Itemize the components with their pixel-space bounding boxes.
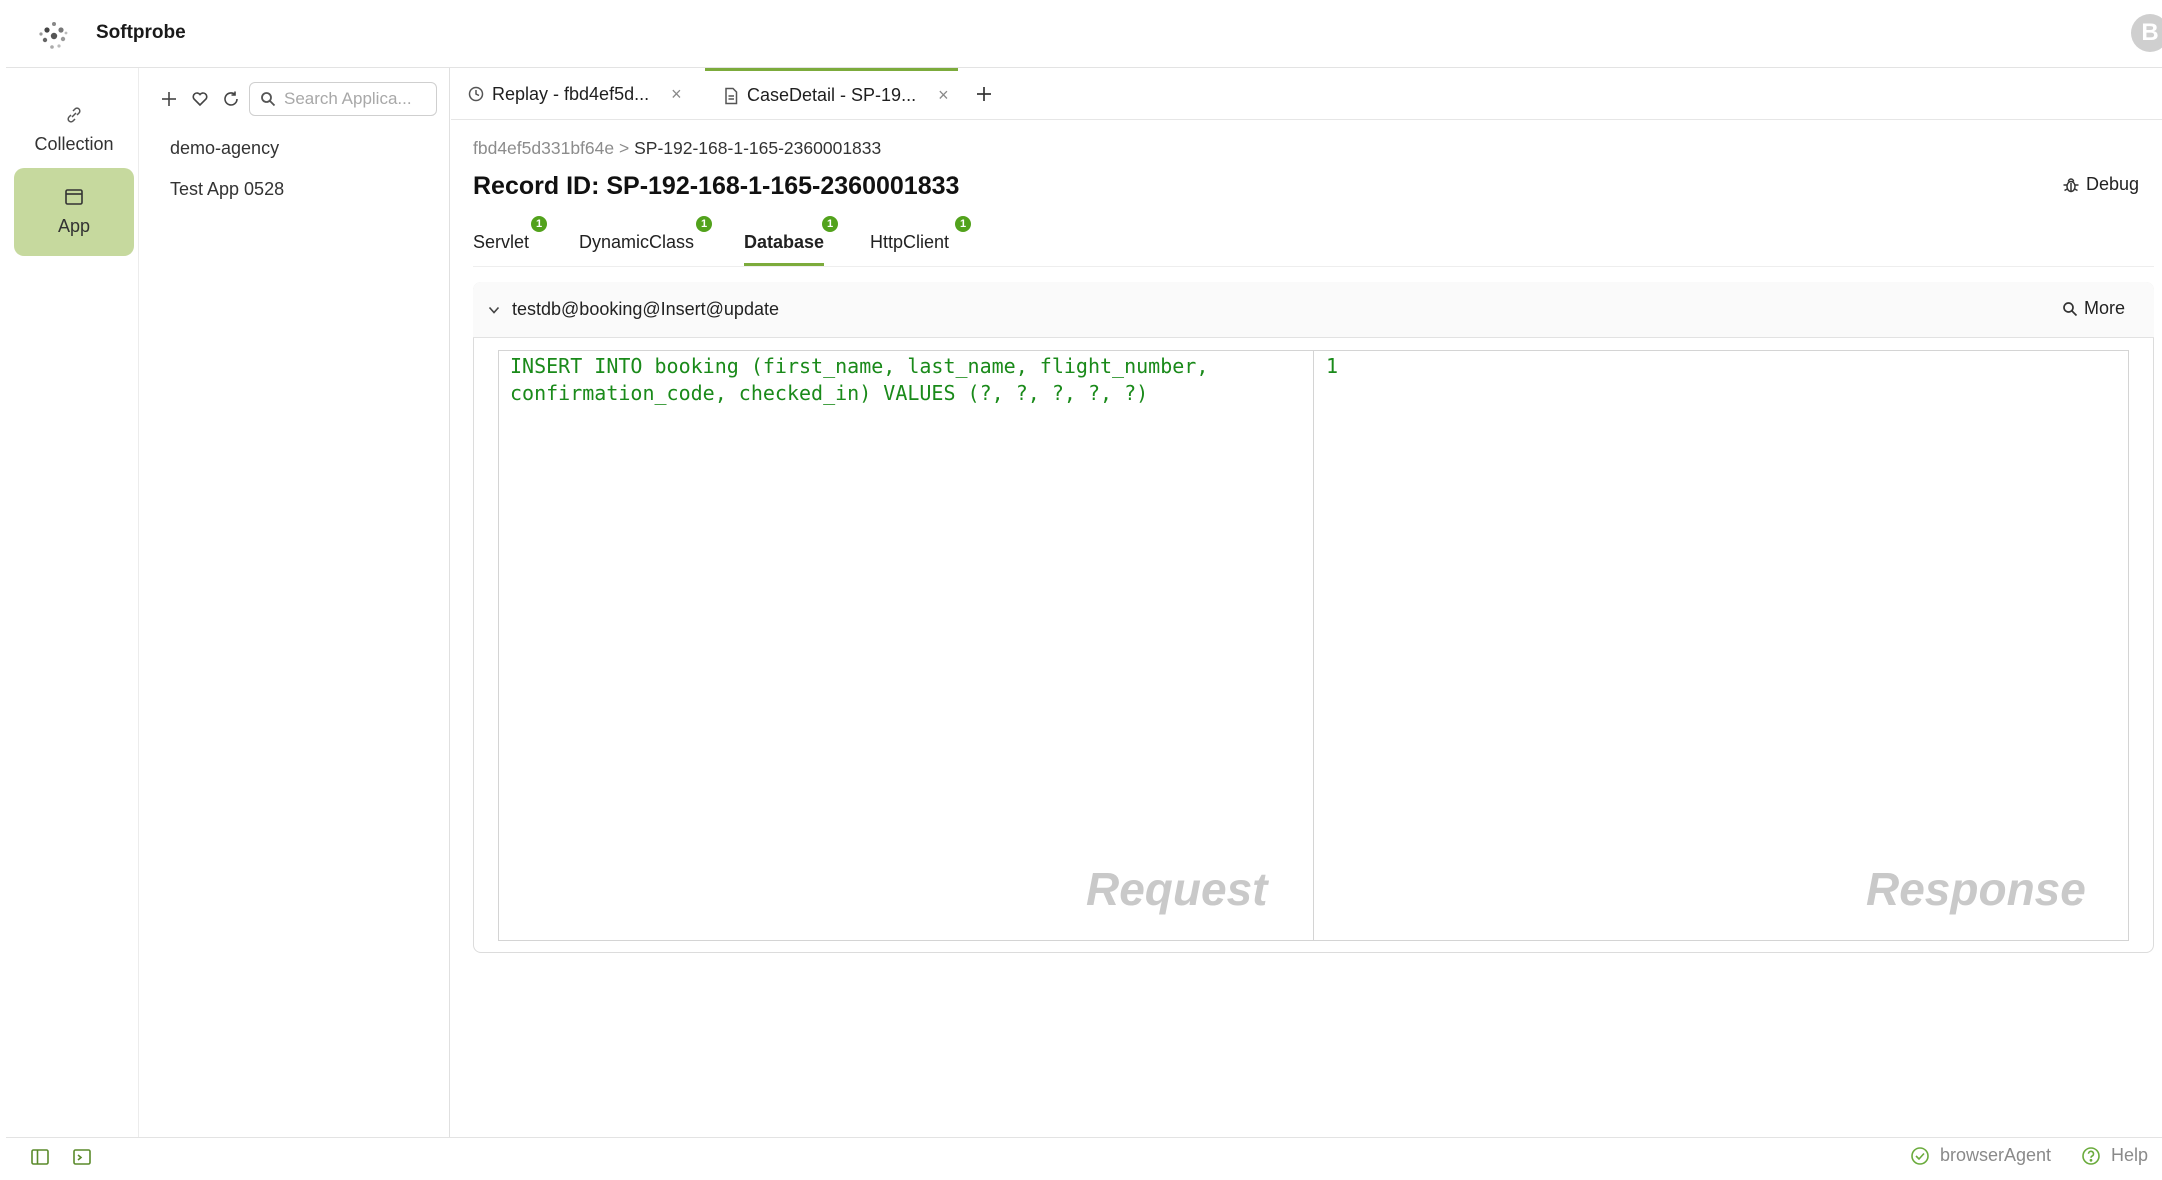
search-input[interactable]	[282, 88, 426, 110]
sidebar-toggle-icon[interactable]	[30, 1147, 50, 1167]
count-badge: 1	[696, 216, 712, 232]
browser-agent-label: browserAgent	[1940, 1145, 2052, 1165]
page-title: Record ID: SP-192-168-1-165-2360001833	[473, 172, 960, 200]
search-icon	[260, 91, 276, 107]
request-editor[interactable]	[498, 350, 1314, 941]
app-list-item[interactable]: Test App 0528	[170, 179, 284, 200]
clock-icon	[468, 86, 484, 102]
debug-button[interactable]: Debug	[2062, 174, 2139, 195]
apps-panel	[139, 68, 450, 1137]
rail-item-collection[interactable]: Collection	[14, 86, 134, 174]
subtab-servlet[interactable]: Servlet	[473, 232, 529, 266]
document-icon	[723, 87, 739, 105]
count-badge: 1	[822, 216, 838, 232]
refresh-icon[interactable]	[218, 86, 244, 112]
new-tab-icon[interactable]	[971, 81, 997, 107]
tab-label: CaseDetail - SP-19...	[747, 85, 917, 105]
subtab-httpclient[interactable]: HttpClient	[870, 232, 949, 266]
browser-agent-status[interactable]: browserAgent	[1910, 1145, 2051, 1166]
rail-item-app[interactable]: App	[14, 168, 134, 256]
search-icon	[2062, 301, 2078, 317]
breadcrumb-parent[interactable]: fbd4ef5d331bf64e	[473, 138, 614, 158]
count-badge: 1	[531, 216, 547, 232]
rail-item-label: App	[57, 215, 91, 236]
tab-case-detail[interactable]: CaseDetail - SP-19... ×	[705, 68, 958, 120]
subtab-dynamicclass[interactable]: DynamicClass	[579, 232, 694, 266]
debug-label: Debug	[2086, 174, 2140, 194]
response-watermark: Response	[1866, 863, 2086, 915]
operation-title: testdb@booking@Insert@update	[512, 299, 779, 319]
count-badge: 1	[955, 216, 971, 232]
subtab-database[interactable]: Database	[744, 232, 825, 266]
request-code: INSERT INTO booking (first_name, last_na…	[510, 354, 1209, 405]
more-label: More	[2084, 298, 2126, 318]
response-editor[interactable]	[1313, 350, 2129, 941]
help-icon	[2081, 1146, 2101, 1166]
close-icon[interactable]: ×	[938, 85, 949, 106]
rail-item-label: Collection	[34, 133, 114, 154]
request-watermark: Request	[1086, 863, 1268, 915]
check-circle-icon	[1910, 1146, 1930, 1166]
chevron-down-icon[interactable]	[487, 303, 501, 317]
tab-label: Replay - fbd4ef5d...	[492, 83, 650, 104]
tab-replay[interactable]: Replay - fbd4ef5d... ×	[468, 68, 682, 120]
close-icon[interactable]: ×	[671, 84, 682, 105]
avatar[interactable]: B	[2131, 14, 2162, 52]
help-link[interactable]: Help	[2081, 1145, 2148, 1166]
app-list-item[interactable]: demo-agency	[170, 138, 279, 159]
search-box[interactable]	[249, 82, 437, 116]
response-code: 1	[1326, 354, 1339, 378]
breadcrumb-current: SP-192-168-1-165-2360001833	[634, 138, 882, 158]
status-bar	[6, 1137, 2162, 1180]
breadcrumb-separator: >	[619, 138, 630, 158]
link-icon	[65, 106, 83, 124]
terminal-icon[interactable]	[72, 1147, 92, 1167]
bug-icon	[2062, 176, 2080, 194]
subtabs-divider	[473, 266, 2154, 267]
add-icon[interactable]	[156, 86, 182, 112]
softprobe-logo-icon	[30, 16, 78, 56]
more-button[interactable]: More	[2062, 298, 2125, 319]
help-label: Help	[2111, 1145, 2149, 1165]
window-icon	[64, 188, 84, 206]
breadcrumb: fbd4ef5d331bf64e > SP-192-168-1-165-2360…	[473, 138, 881, 159]
app-title: Softprobe	[96, 22, 186, 43]
heart-icon[interactable]	[187, 86, 213, 112]
top-bar	[6, 0, 2162, 68]
